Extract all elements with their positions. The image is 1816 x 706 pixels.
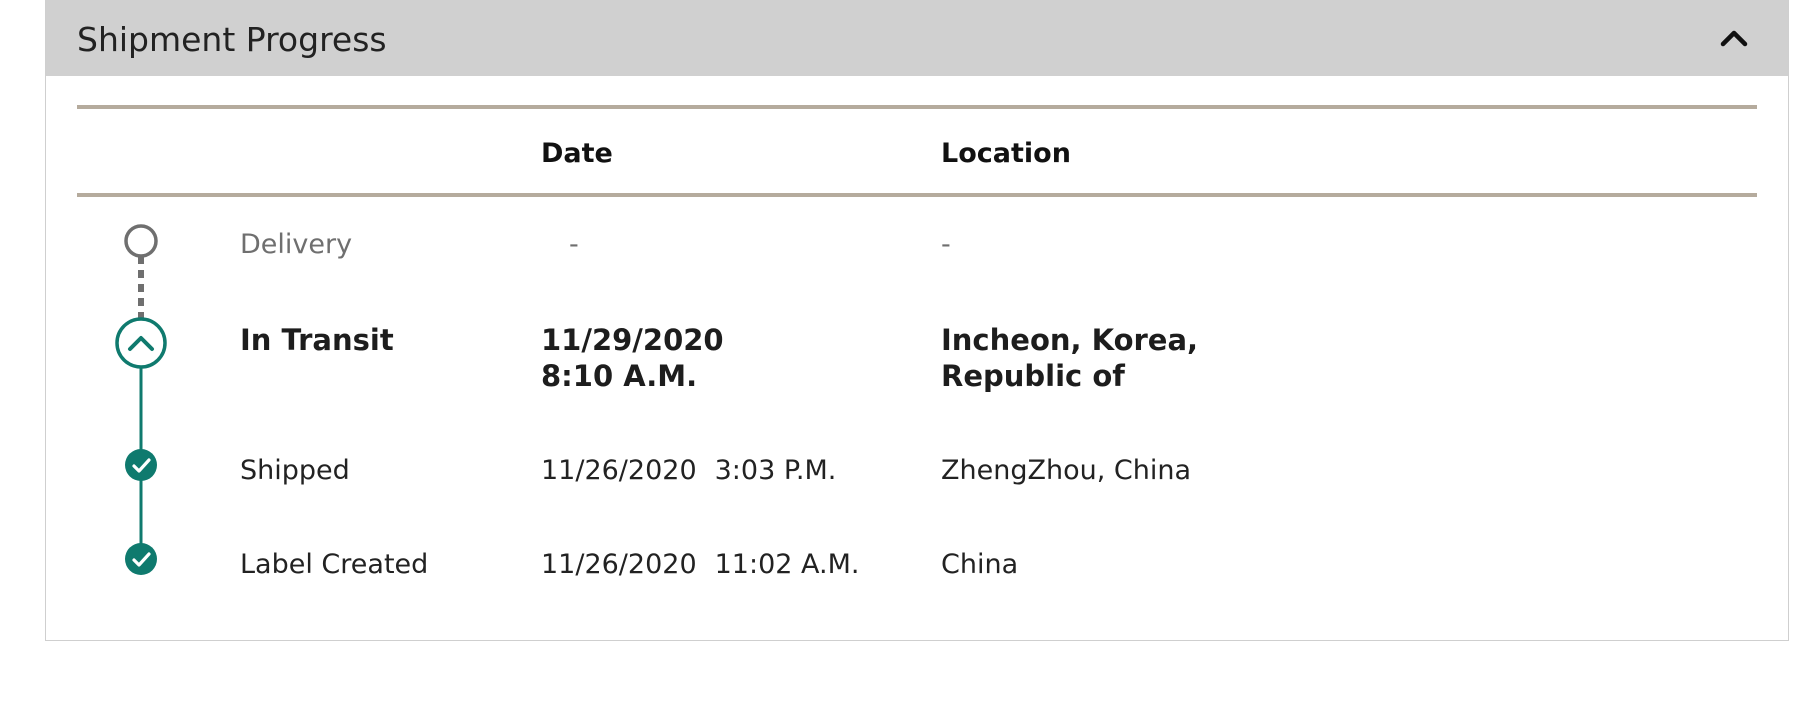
- status-label: Shipped: [240, 455, 350, 486]
- location-value: China: [941, 549, 1019, 580]
- datetime-value: 11/26/2020 3:03 P.M.: [541, 453, 836, 489]
- collapse-button[interactable]: [1714, 18, 1754, 58]
- empty-circle-icon: [124, 224, 158, 258]
- column-header-date: Date: [541, 138, 613, 169]
- date-value: 11/26/2020: [541, 455, 697, 486]
- date-value: 11/29/2020: [541, 323, 724, 357]
- table-header-rule: [77, 193, 1757, 197]
- location-value-line2: Republic of: [941, 359, 1125, 393]
- location-value: Incheon, Korea,: [941, 323, 1199, 357]
- check-circle-icon: [125, 449, 157, 481]
- shipment-progress-panel: Shipment Progress Date Location Delivery…: [45, 0, 1789, 641]
- date-value: -: [569, 229, 579, 260]
- table-top-rule: [77, 105, 1757, 109]
- column-header-location: Location: [941, 138, 1071, 169]
- chevron-up-icon: [1720, 30, 1748, 47]
- date-value: 11/26/2020: [541, 549, 697, 580]
- progress-timeline: [115, 224, 167, 575]
- time-value: 3:03 P.M.: [714, 455, 837, 486]
- time-value: 8:10 A.M.: [541, 359, 698, 393]
- status-label: Delivery: [240, 229, 353, 260]
- time-value: 11:02 A.M.: [714, 549, 860, 580]
- chevron-up-circle-icon: [115, 317, 167, 369]
- datetime-value: 11/26/2020 11:02 A.M.: [541, 547, 859, 583]
- location-value: -: [941, 229, 951, 260]
- check-circle-icon: [125, 543, 157, 575]
- status-label: In Transit: [240, 323, 394, 357]
- status-label: Label Created: [240, 549, 429, 580]
- panel-header[interactable]: Shipment Progress: [46, 0, 1788, 76]
- location-value: ZhengZhou, China: [941, 455, 1192, 486]
